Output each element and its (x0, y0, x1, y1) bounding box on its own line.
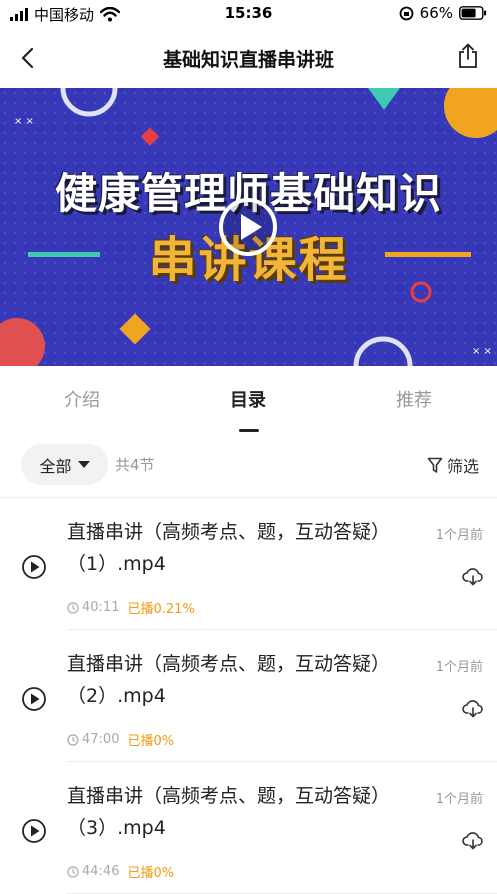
lesson-age: 1个月前 (435, 528, 483, 543)
lesson-duration: 47:00 (82, 732, 120, 747)
clock-icon (67, 601, 79, 614)
orientation-lock-icon (399, 6, 414, 20)
battery-icon (459, 6, 487, 20)
status-bar: 中国移动 15:36 66% (0, 0, 497, 28)
download-cloud-icon[interactable] (462, 700, 484, 718)
clock-icon (67, 865, 79, 878)
lesson-age: 1个月前 (435, 660, 483, 675)
list-item[interactable]: 直播串讲（高频考点、题，互动答疑）（3）.mp4 1个月前 44:46 已播0% (0, 762, 497, 894)
active-tab-indicator (239, 429, 259, 432)
svg-text:× ×: × × (472, 346, 492, 357)
lesson-progress: 已播0% (127, 734, 175, 749)
filter-all-dropdown[interactable]: 全部 (21, 444, 108, 485)
share-icon[interactable] (457, 43, 479, 69)
lesson-duration: 40:11 (82, 600, 120, 615)
list-item[interactable]: 直播串讲（高频考点、题，互动答疑）（1）.mp4 1个月前 40:11 已播0.… (0, 498, 497, 630)
lesson-progress: 已播0.21% (127, 602, 195, 617)
list-item[interactable]: 直播串讲（高频考点、题，互动答疑）（2）.mp4 1个月前 47:00 已播0% (0, 630, 497, 762)
lesson-title: 直播串讲（高频考点、题，互动答疑）（2）.mp4 (67, 653, 391, 707)
lesson-meta: 47:00 已播0% (67, 730, 174, 749)
play-outline-icon[interactable] (21, 686, 47, 712)
lesson-count: 共4节 (115, 456, 155, 474)
tab-recommend[interactable]: 推荐 (396, 386, 432, 412)
filter-button[interactable]: 筛选 (427, 453, 479, 477)
play-outline-icon[interactable] (21, 818, 47, 844)
page-title: 基础知识直播串讲班 (162, 49, 334, 71)
lesson-duration-wrap: 47:00 (67, 732, 119, 747)
lesson-progress: 已播0% (127, 866, 175, 881)
nav-bar: 基础知识直播串讲班 (0, 28, 497, 88)
play-circle-icon[interactable] (217, 196, 279, 258)
lesson-meta: 40:11 已播0.21% (67, 598, 195, 617)
video-banner[interactable]: × × × × 健康管理师基础知识 串讲课程 (0, 88, 497, 366)
lesson-duration: 44:46 (82, 864, 120, 879)
clock-icon (67, 733, 79, 746)
play-outline-icon[interactable] (21, 554, 47, 580)
filter-all-label: 全部 (39, 456, 72, 476)
lesson-duration-wrap: 44:46 (67, 864, 119, 879)
lesson-title: 直播串讲（高频考点、题，互动答疑）（1）.mp4 (67, 521, 391, 575)
tab-catalog[interactable]: 目录 (230, 386, 266, 412)
svg-text:× ×: × × (14, 116, 34, 127)
filter-label: 筛选 (446, 457, 479, 476)
lesson-title: 直播串讲（高频考点、题，互动答疑）（3）.mp4 (67, 785, 391, 839)
caret-down-icon (77, 460, 90, 468)
status-right: 66% (399, 4, 487, 22)
download-cloud-icon[interactable] (462, 832, 484, 850)
battery-percent: 66% (419, 4, 453, 22)
lesson-age: 1个月前 (435, 792, 483, 807)
download-cloud-icon[interactable] (462, 568, 484, 586)
funnel-icon (427, 457, 443, 473)
lesson-meta: 44:46 已播0% (67, 862, 174, 881)
lesson-duration-wrap: 40:11 (67, 600, 119, 615)
tab-bar: 介绍 目录 推荐 (0, 366, 497, 436)
tab-intro[interactable]: 介绍 (64, 386, 100, 412)
